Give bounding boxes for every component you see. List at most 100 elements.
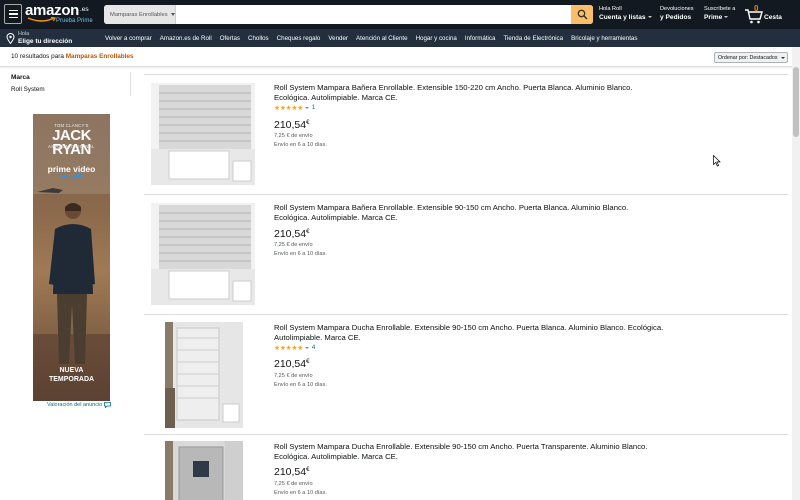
search-input[interactable] — [176, 5, 571, 24]
account-label: Cuenta y listas — [599, 14, 646, 21]
amazon-logo[interactable]: amazon .es Prueba Prime — [25, 2, 97, 27]
orders-line1: Devoluciones — [660, 6, 694, 12]
orders-link[interactable]: Devoluciones y Pedidos — [660, 5, 694, 22]
delivery-estimate: Envío en 6 a 10 días. — [274, 251, 327, 257]
product-image[interactable] — [151, 83, 255, 185]
hamburger-icon — [8, 9, 18, 12]
product-title[interactable]: Roll System Mampara Bañera Enrollable. E… — [274, 203, 664, 223]
prime-menu[interactable]: Suscríbete a Prime — [704, 5, 735, 22]
location-label: Elige tu dirección — [18, 38, 73, 45]
delivery-estimate: Envío en 6 a 10 días. — [274, 490, 327, 496]
product-card: Roll System Mampara Ducha Enrollable. Ex… — [144, 434, 788, 500]
ad-actor-figure — [49, 203, 95, 364]
product-card: Roll System Mampara Ducha Enrollable. Ex… — [144, 314, 788, 434]
chevron-down-icon — [304, 107, 309, 109]
top-header: amazon .es Prueba Prime Mamparas Enrolla… — [0, 0, 800, 29]
chevron-down-icon — [724, 16, 729, 19]
price-value: 210,54 — [274, 119, 307, 131]
prime-trial-link[interactable]: Prueba Prime — [56, 18, 93, 24]
filter-item-brand[interactable]: Roll System — [11, 86, 45, 93]
sponsored-ad-banner[interactable]: TOM CLANCY'S JACK RYAN AMAZON ORIGINAL p… — [33, 114, 110, 401]
product-price: 210,54€ — [274, 119, 309, 131]
ad-title: JACK RYAN — [33, 128, 110, 157]
prime-label: Prime — [704, 14, 723, 21]
nav-link[interactable]: Hogar y cocina — [416, 35, 457, 42]
ad-tagline-line1: NUEVA — [59, 367, 84, 374]
sort-label: Ordenar por: Destacados — [718, 54, 778, 61]
prime-video-smile-icon — [59, 174, 82, 179]
nav-link[interactable]: Chollos — [248, 35, 269, 42]
search-button[interactable] — [571, 5, 593, 24]
nav-link[interactable]: Vender — [328, 35, 348, 42]
nav-link[interactable]: Atención al Cliente — [356, 35, 408, 42]
chevron-down-icon — [170, 13, 175, 16]
product-image[interactable] — [165, 322, 243, 428]
shipping-cost: 7,25 € de envío — [274, 242, 313, 248]
product-price: 210,54€ — [274, 466, 309, 478]
orders-line2: y Pedidos — [660, 14, 692, 21]
nav-link[interactable]: Cheques regalo — [277, 35, 321, 42]
product-image[interactable] — [151, 203, 255, 305]
search-category-label: Mamparas Enrollables — [110, 11, 168, 18]
price-value: 210,54 — [274, 358, 307, 370]
results-prefix: 10 resultados para — [11, 53, 64, 60]
cart-button[interactable]: 0 Cesta — [744, 4, 788, 26]
price-currency: € — [306, 229, 310, 235]
nav-link[interactable]: Volver a comprar — [105, 35, 152, 42]
account-greeting: Hola Roll — [599, 6, 622, 12]
cart-label: Cesta — [764, 14, 782, 21]
sort-select[interactable]: Ordenar por: Destacados — [714, 52, 788, 63]
product-title[interactable]: Roll System Mampara Ducha Enrollable. Ex… — [274, 442, 664, 462]
nav-strip: Hola Elige tu dirección Volver a comprar… — [0, 29, 800, 47]
product-rating[interactable]: ★★★★★ 1 — [274, 104, 315, 112]
search-bar: Mamparas Enrollables — [104, 5, 593, 24]
price-currency: € — [306, 120, 310, 126]
speech-bubble-icon — [104, 402, 112, 408]
filter-heading-brand: Marca — [11, 74, 30, 81]
star-rating-icon: ★★★★★ — [274, 105, 303, 112]
magnifier-icon — [577, 9, 587, 20]
nav-link[interactable]: Ofertas — [220, 35, 240, 42]
product-card: Roll System Mampara Bañera Enrollable. E… — [144, 74, 788, 194]
delivery-estimate: Envío en 6 a 10 días. — [274, 382, 327, 388]
price-currency: € — [306, 359, 310, 365]
mouse-cursor-icon — [713, 155, 721, 167]
ad-subtitle: AMAZON ORIGINAL — [48, 144, 95, 149]
nav-link[interactable]: Tienda de Electrónica — [503, 35, 563, 42]
scrollbar-thumb[interactable] — [793, 67, 799, 137]
cart-count: 0 — [754, 4, 759, 13]
pin-icon — [6, 33, 15, 44]
star-rating-icon: ★★★★★ — [274, 345, 303, 352]
search-category-select[interactable]: Mamparas Enrollables — [104, 5, 176, 24]
ad-service: prime video — [47, 164, 96, 174]
hamburger-menu-button[interactable] — [4, 4, 22, 24]
nav-link[interactable]: Amazon.es de Roll — [160, 35, 212, 42]
product-title[interactable]: Roll System Mampara Bañera Enrollable. E… — [274, 83, 664, 103]
page-scrollbar[interactable] — [792, 47, 800, 500]
ad-tagline-line2: TEMPORADA — [48, 376, 95, 383]
logo-smile-icon — [27, 17, 56, 22]
ad-feedback-link[interactable]: Valoración del anuncio — [47, 402, 112, 408]
rating-count: 4 — [311, 345, 316, 351]
product-title[interactable]: Roll System Mampara Ducha Enrollable. Ex… — [274, 323, 664, 343]
nav-link[interactable]: Bricolaje y herramientas — [571, 35, 637, 42]
chevron-down-icon — [647, 16, 652, 19]
results-count: 10 resultados para Mamparas Enrollables — [11, 53, 134, 60]
results-query: Mamparas Enrollables — [65, 53, 134, 60]
chevron-down-icon — [781, 56, 786, 59]
price-currency: € — [306, 467, 310, 473]
shipping-cost: 7,25 € de envío — [274, 373, 313, 379]
nav-links: Volver a comprar Amazon.es de Roll Ofert… — [105, 29, 637, 47]
chevron-down-icon — [304, 347, 309, 349]
product-price: 210,54€ — [274, 228, 309, 240]
delivery-estimate: Envío en 6 a 10 días. — [274, 142, 327, 148]
product-image[interactable] — [165, 441, 243, 500]
results-bar: 10 resultados para Mamparas Enrollables … — [0, 47, 800, 67]
account-menu[interactable]: Hola Roll Cuenta y listas — [599, 5, 652, 22]
logo-tld: .es — [80, 6, 89, 13]
shipping-cost: 7,25 € de envío — [274, 481, 313, 487]
price-value: 210,54 — [274, 228, 307, 240]
nav-link[interactable]: Informática — [465, 35, 496, 42]
ad-feedback-label: Valoración del anuncio — [47, 402, 103, 408]
product-rating[interactable]: ★★★★★ 4 — [274, 344, 315, 352]
